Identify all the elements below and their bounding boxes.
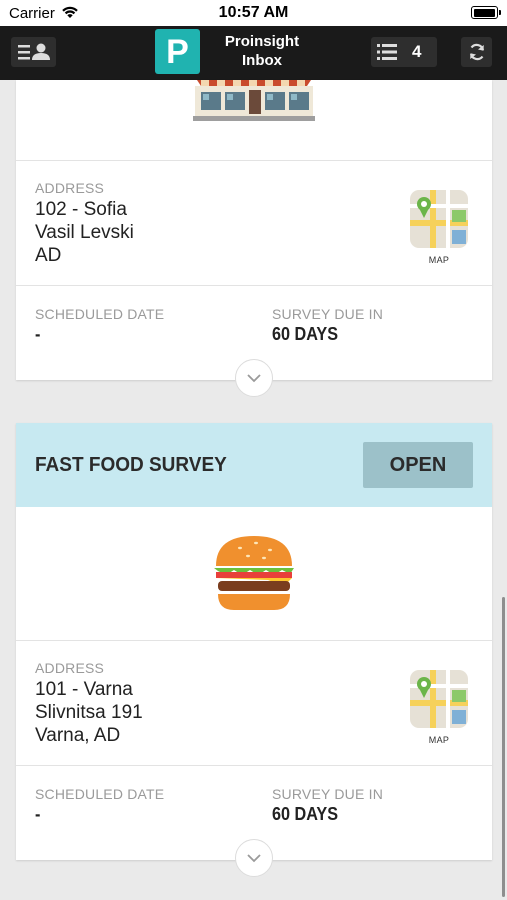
divider	[16, 160, 492, 161]
divider	[16, 285, 492, 286]
map-button[interactable]: MAP	[410, 190, 468, 265]
app-navbar: P Proinsight Inbox 4	[0, 26, 507, 80]
address-line: Varna, AD	[35, 725, 121, 746]
survey-due-label: SURVEY DUE IN	[272, 306, 384, 322]
status-bar: Carrier 10:57 AM	[0, 0, 507, 26]
divider	[16, 765, 492, 766]
user-menu-button[interactable]	[11, 37, 56, 67]
survey-card: FAST FOOD SURVEY OPEN ADDRESS 101 - Varn…	[16, 423, 492, 860]
expand-button[interactable]	[235, 839, 273, 877]
address-label: ADDRESS	[35, 180, 105, 196]
survey-card-header: FAST FOOD SURVEY OPEN	[16, 423, 492, 507]
battery-icon	[471, 6, 501, 19]
open-survey-button[interactable]: OPEN	[363, 442, 473, 488]
survey-due-value: 60 DAYS	[272, 324, 339, 344]
survey-due-label: SURVEY DUE IN	[272, 786, 384, 802]
map-label: MAP	[428, 255, 450, 265]
address-line: Vasil Levski	[35, 222, 134, 243]
app-title: Proinsight Inbox	[212, 32, 312, 70]
burger-icon	[214, 535, 294, 610]
chevron-down-icon	[247, 374, 261, 383]
app-title-line1: Proinsight	[224, 33, 300, 50]
map-icon	[410, 670, 468, 728]
user-list-icon	[17, 43, 50, 60]
store-icon	[193, 80, 315, 121]
address-line: 102 - Sofia	[35, 199, 127, 220]
survey-image	[16, 80, 492, 160]
map-button[interactable]: MAP	[410, 670, 468, 745]
refresh-button[interactable]	[461, 37, 492, 67]
scheduled-date-value: -	[35, 324, 41, 344]
survey-image	[16, 507, 492, 640]
chevron-down-icon	[247, 854, 261, 863]
app-logo: P	[155, 29, 200, 74]
list-icon	[377, 44, 397, 60]
address-line: 101 - Varna	[35, 679, 133, 700]
scrollbar[interactable]	[502, 597, 505, 897]
address-line: Slivnitsa 191	[35, 702, 143, 723]
map-label: MAP	[428, 735, 450, 745]
map-icon	[410, 190, 468, 248]
scheduled-date-label: SCHEDULED DATE	[35, 306, 165, 322]
survey-list-button[interactable]: 4	[371, 37, 437, 67]
survey-due-value: 60 DAYS	[272, 804, 339, 824]
scheduled-date-value: -	[35, 804, 41, 824]
refresh-icon	[469, 43, 484, 61]
app-title-line2: Inbox	[242, 52, 282, 69]
expand-button[interactable]	[235, 359, 273, 397]
clock: 10:57 AM	[218, 4, 289, 21]
survey-title: FAST FOOD SURVEY	[35, 454, 227, 476]
survey-count: 4	[412, 42, 422, 61]
address-line: AD	[35, 245, 62, 266]
divider	[16, 640, 492, 641]
address-text: 101 - Varna Slivnitsa 191 Varna, AD	[35, 678, 143, 747]
address-label: ADDRESS	[35, 660, 105, 676]
scheduled-date-label: SCHEDULED DATE	[35, 786, 165, 802]
survey-card: ADDRESS 102 - Sofia Vasil Levski AD MAP …	[16, 80, 492, 380]
address-text: 102 - Sofia Vasil Levski AD	[35, 198, 134, 267]
